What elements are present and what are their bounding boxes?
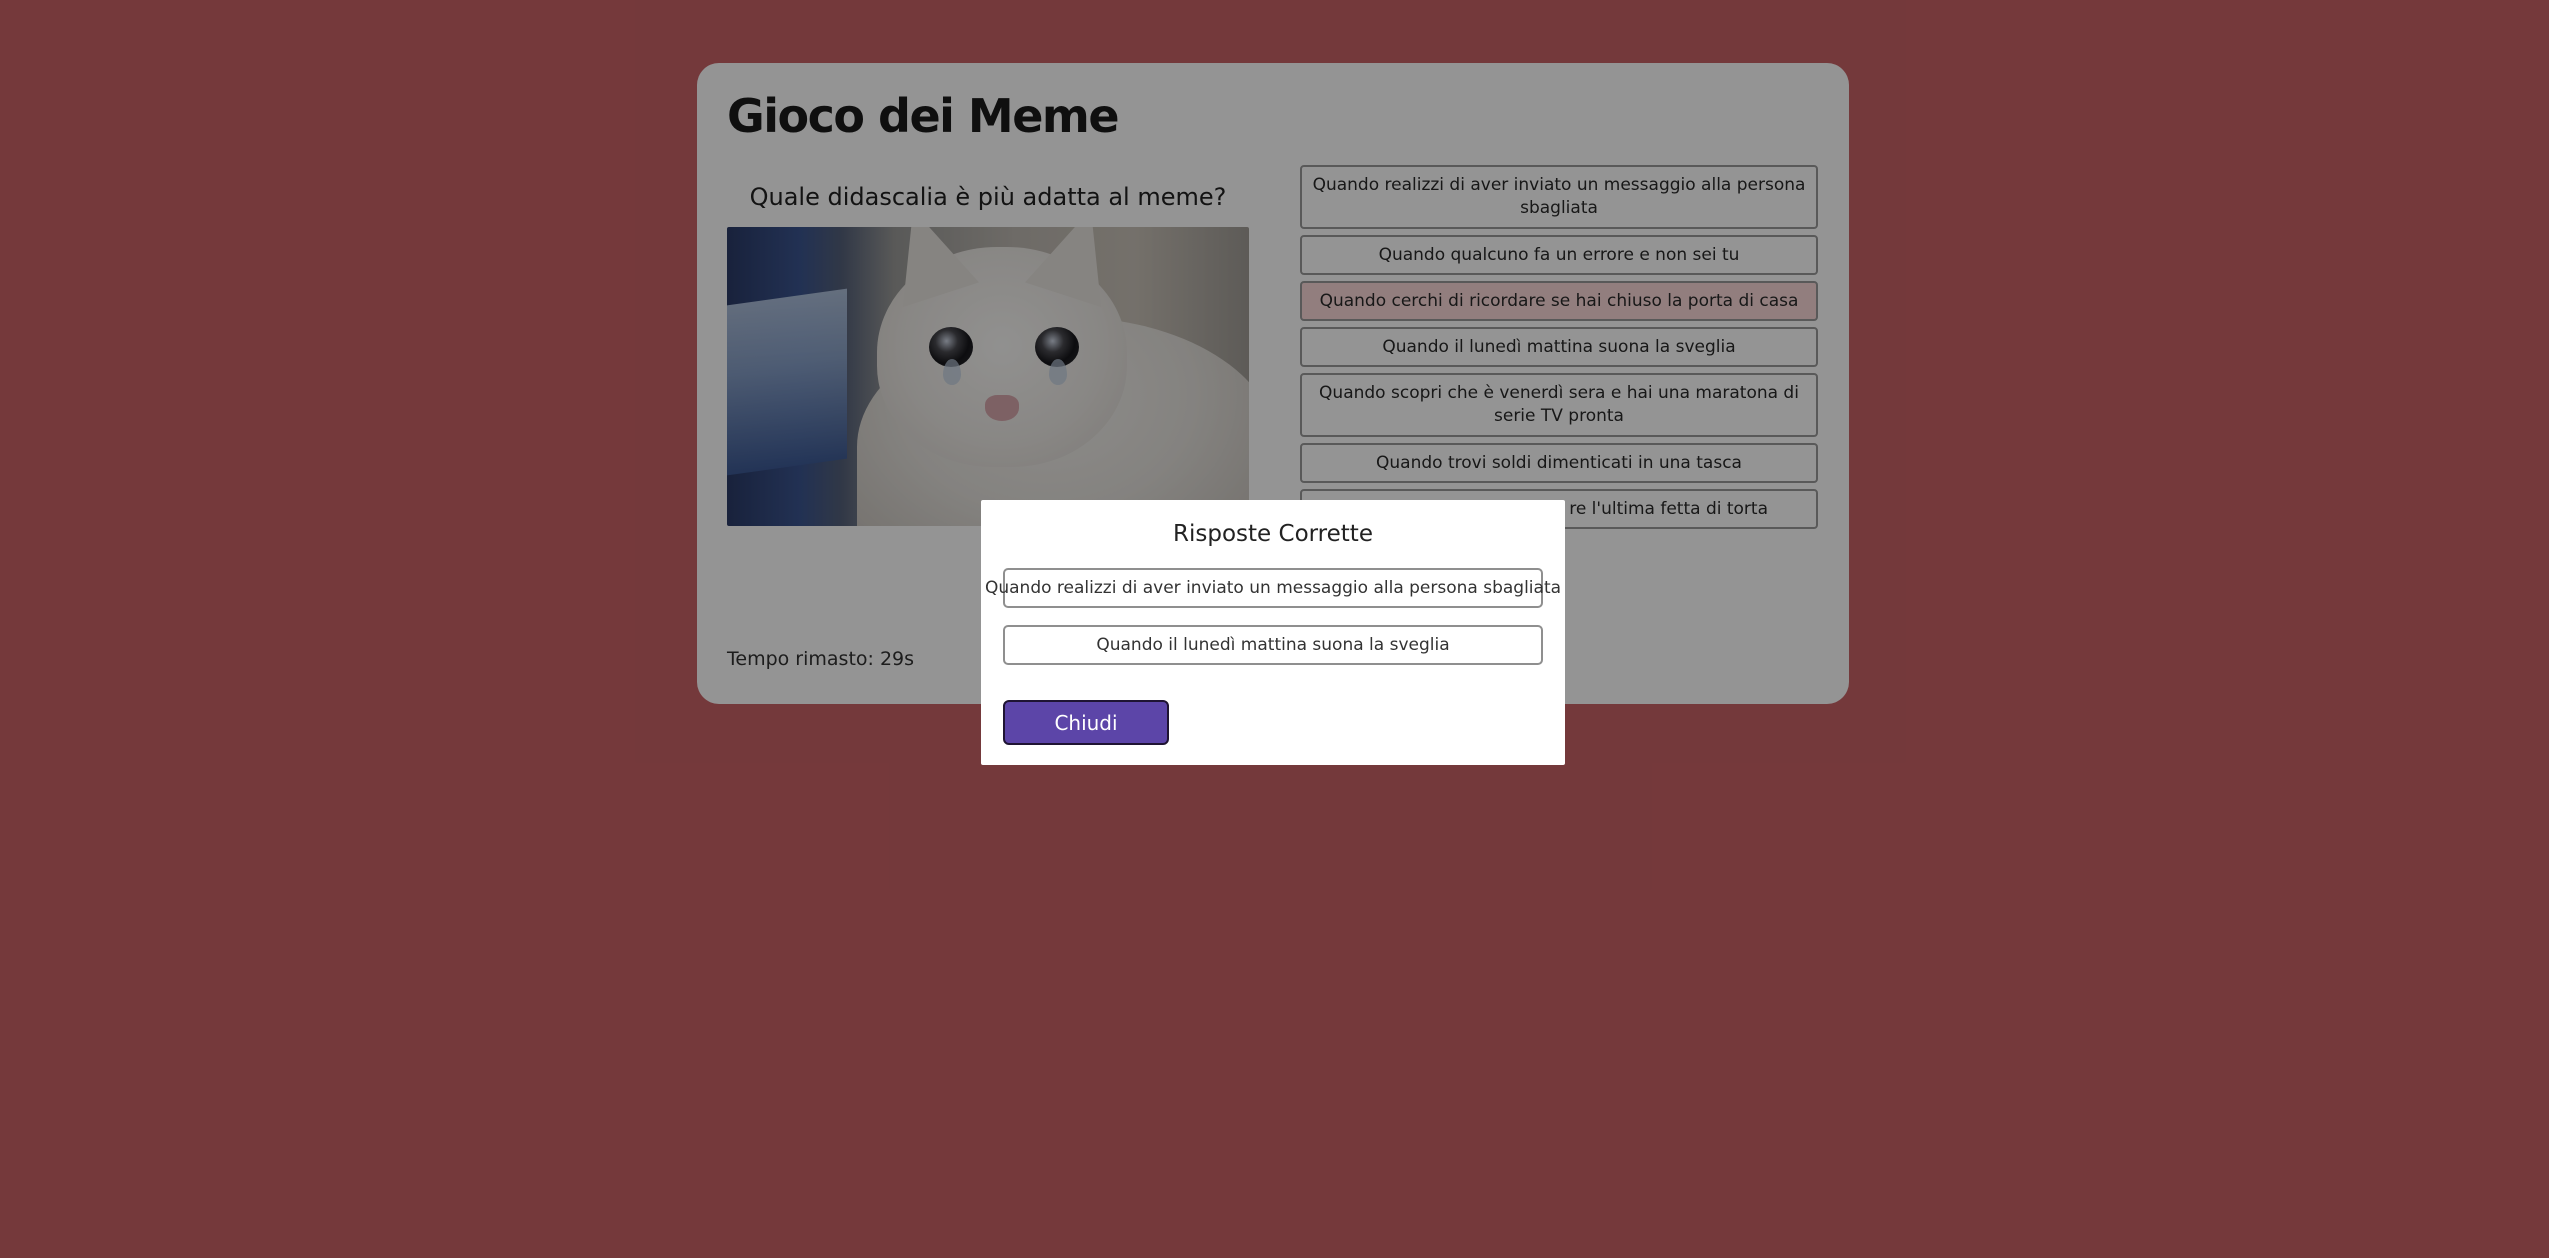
correct-answers-modal: Risposte Corrette Quando realizzi di ave… <box>981 500 1565 765</box>
close-button[interactable]: Chiudi <box>1003 700 1169 745</box>
correct-answer-item: Quando il lunedì mattina suona la svegli… <box>1003 625 1543 665</box>
modal-title: Risposte Corrette <box>1173 521 1373 547</box>
correct-answer-item: Quando realizzi di aver inviato un messa… <box>985 568 1561 608</box>
page-background: Gioco dei Meme Quale didascalia è più ad… <box>0 0 2549 1258</box>
